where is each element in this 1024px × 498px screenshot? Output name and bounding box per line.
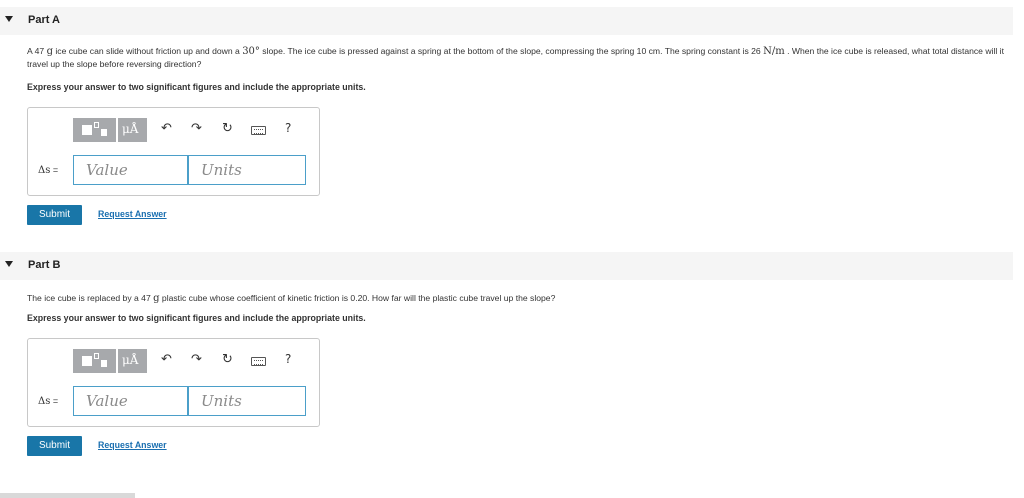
part-a-header[interactable]: Part A: [0, 7, 1013, 35]
units-symbol-icon: μÅ: [122, 122, 139, 136]
part-a-title: Part A: [28, 14, 60, 26]
keyboard-icon[interactable]: [251, 357, 266, 366]
collapse-arrow-icon[interactable]: [5, 16, 13, 22]
part-a-answer-box: μÅ ↶ ↷ ↻ ? Δs = Value Units: [27, 107, 320, 196]
reset-icon[interactable]: ↻: [222, 121, 233, 136]
request-answer-link[interactable]: Request Answer: [98, 209, 167, 219]
templates-button[interactable]: [73, 349, 116, 373]
part-b-instruction: Express your answer to two significant f…: [27, 313, 366, 323]
undo-icon[interactable]: ↶: [161, 352, 172, 367]
part-b-question: The ice cube is replaced by a 47 g plast…: [27, 293, 556, 304]
units-symbol-button[interactable]: μÅ: [118, 349, 147, 373]
bottom-scroll-strip: [0, 493, 135, 498]
submit-button[interactable]: Submit: [27, 436, 82, 456]
request-answer-link[interactable]: Request Answer: [98, 440, 167, 450]
math-toolbar: μÅ ↶ ↷ ↻ ?: [73, 118, 303, 142]
templates-icon: [82, 356, 92, 366]
collapse-arrow-icon[interactable]: [5, 261, 13, 267]
units-input[interactable]: Units: [188, 386, 306, 416]
templates-button[interactable]: [73, 118, 116, 142]
delta-s-label: Δs =: [38, 165, 59, 176]
units-symbol-button[interactable]: μÅ: [118, 118, 147, 142]
part-b-title: Part B: [28, 259, 61, 271]
redo-icon[interactable]: ↷: [191, 352, 202, 367]
help-icon[interactable]: ?: [285, 352, 291, 366]
part-b-header[interactable]: Part B: [0, 252, 1013, 280]
part-a-instruction: Express your answer to two significant f…: [27, 82, 366, 92]
delta-s-label: Δs =: [38, 396, 59, 407]
keyboard-icon[interactable]: [251, 126, 266, 135]
part-b-answer-box: μÅ ↶ ↷ ↻ ? Δs = Value Units: [27, 338, 320, 427]
value-input[interactable]: Value: [73, 155, 188, 185]
help-icon[interactable]: ?: [285, 121, 291, 135]
units-input[interactable]: Units: [188, 155, 306, 185]
templates-icon: [82, 125, 92, 135]
submit-button[interactable]: Submit: [27, 205, 82, 225]
units-symbol-icon: μÅ: [122, 353, 139, 367]
undo-icon[interactable]: ↶: [161, 121, 172, 136]
value-input[interactable]: Value: [73, 386, 188, 416]
reset-icon[interactable]: ↻: [222, 352, 233, 367]
math-toolbar: μÅ ↶ ↷ ↻ ?: [73, 349, 303, 373]
part-a-question: A 47 g ice cube can slide without fricti…: [27, 46, 1004, 69]
redo-icon[interactable]: ↷: [191, 121, 202, 136]
